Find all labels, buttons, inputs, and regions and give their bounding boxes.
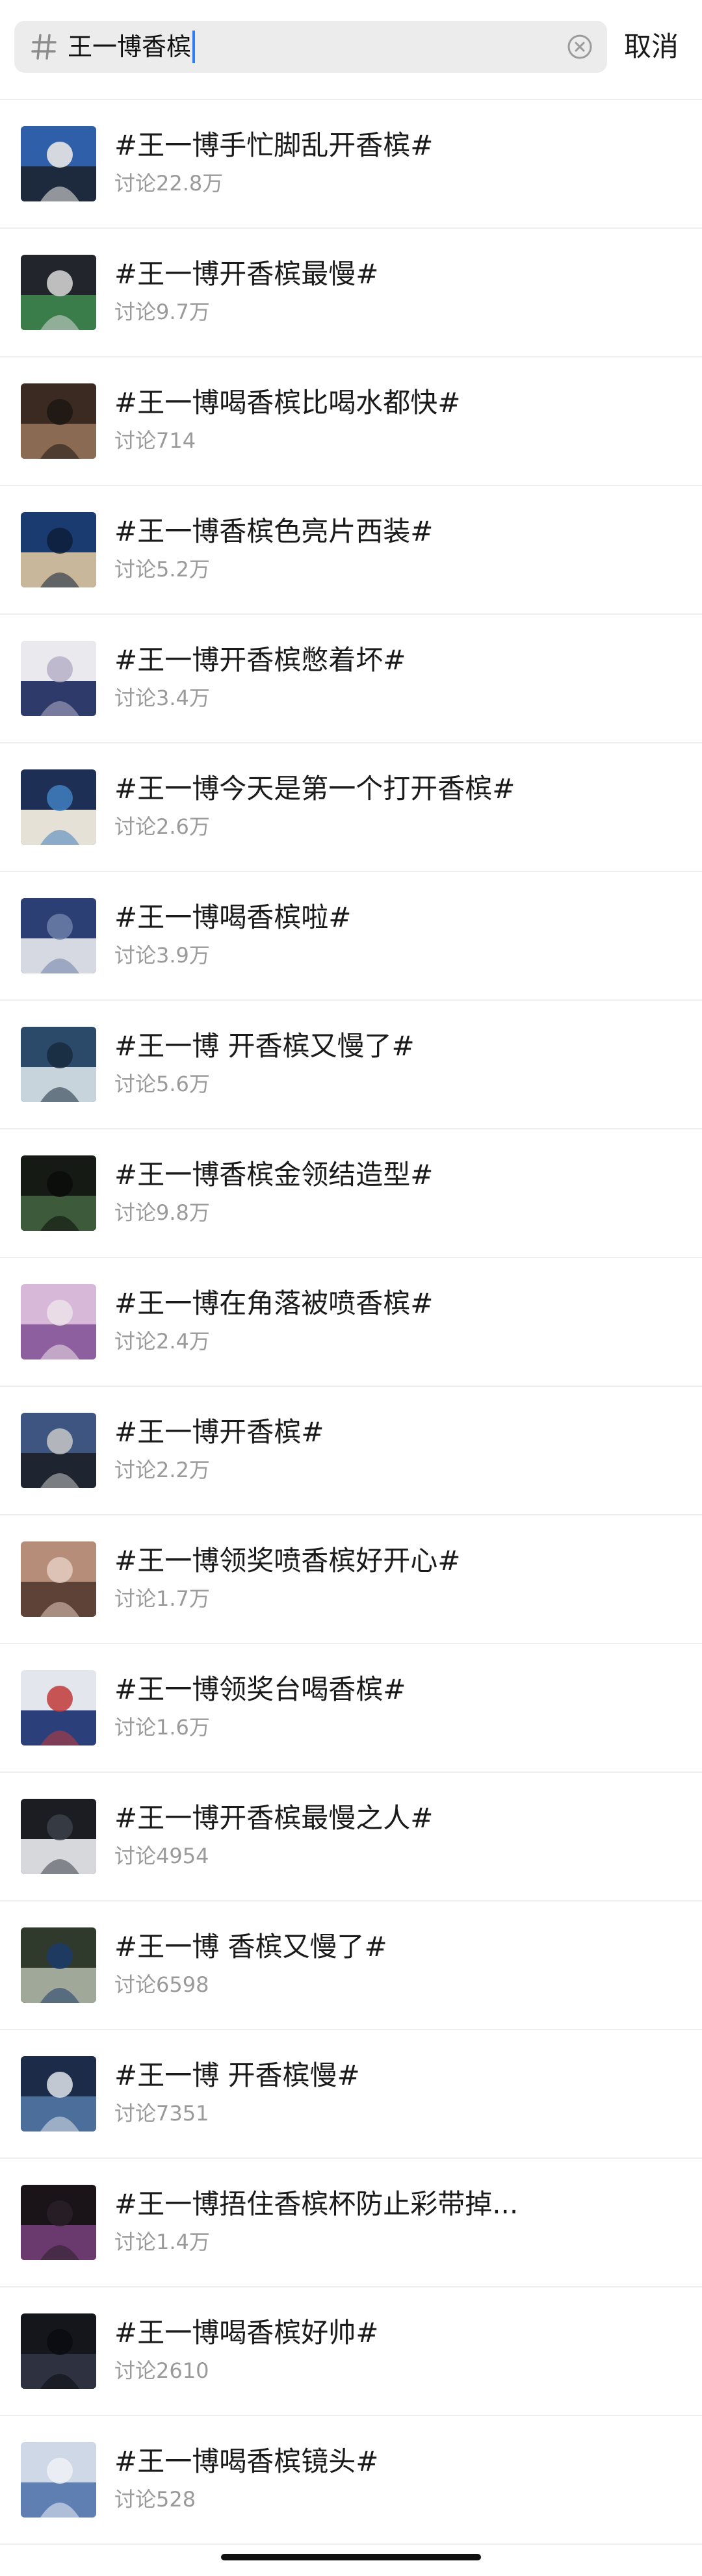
topic-thumbnail xyxy=(21,1027,96,1102)
topic-title: #王一博领奖喷香槟好开心# xyxy=(114,1545,461,1577)
topic-discussion-count: 讨论2.4万 xyxy=(114,1329,210,1354)
topic-title: #王一博开香槟最慢之人# xyxy=(114,1802,434,1834)
topic-discussion-count: 讨论6598 xyxy=(114,1972,209,1997)
topic-thumbnail xyxy=(21,1799,96,1874)
topic-title: #王一博喝香槟镜头# xyxy=(114,2445,379,2477)
topic-discussion-count: 讨论2610 xyxy=(114,2358,209,2383)
topic-discussion-count: 讨论3.4万 xyxy=(114,686,210,710)
topic-discussion-count: 讨论7351 xyxy=(114,2101,209,2126)
topic-thumbnail xyxy=(21,1413,96,1488)
topic-title: #王一博手忙脚乱开香槟# xyxy=(114,129,434,161)
topic-discussion-count: 讨论5.6万 xyxy=(114,1072,210,1096)
topic-thumbnail xyxy=(21,512,96,587)
topic-thumbnail xyxy=(21,641,96,716)
topic-title: #王一博 开香槟慢# xyxy=(114,2059,360,2091)
topic-thumbnail xyxy=(21,1155,96,1231)
topic-discussion-count: 讨论9.8万 xyxy=(114,1200,210,1225)
search-header: 王一博香槟 取消 xyxy=(0,0,702,100)
topic-discussion-count: 讨论22.8万 xyxy=(114,171,224,196)
topic-discussion-count: 讨论528 xyxy=(114,2487,196,2512)
topic-thumbnail xyxy=(21,383,96,459)
topic-title: #王一博开香槟憋着坏# xyxy=(114,644,406,676)
topic-discussion-count: 讨论2.6万 xyxy=(114,814,210,839)
clear-icon[interactable] xyxy=(567,34,593,60)
search-input[interactable]: 王一博香槟 xyxy=(68,21,196,73)
topic-result-item[interactable]: #王一博香槟色亮片西装# 讨论5.2万 xyxy=(0,486,702,615)
topic-title: #王一博 开香槟又慢了# xyxy=(114,1030,415,1062)
topic-discussion-count: 讨论9.7万 xyxy=(114,300,210,324)
topic-thumbnail xyxy=(21,1670,96,1745)
topic-result-item[interactable]: #王一博喝香槟比喝水都快# 讨论714 xyxy=(0,357,702,486)
topic-thumbnail xyxy=(21,126,96,201)
topic-result-item[interactable]: #王一博开香槟憋着坏# 讨论3.4万 xyxy=(0,615,702,743)
topic-title: #王一博喝香槟啦# xyxy=(114,901,352,933)
topic-discussion-count: 讨论1.6万 xyxy=(114,1715,210,1740)
topic-title: #王一博捂住香槟杯防止彩带掉... xyxy=(114,2188,519,2220)
topic-discussion-count: 讨论4954 xyxy=(114,1844,209,1868)
topic-thumbnail xyxy=(21,1284,96,1359)
topic-result-item[interactable]: #王一博 开香槟又慢了# 讨论5.6万 xyxy=(0,1001,702,1129)
topic-result-item[interactable]: #王一博今天是第一个打开香槟# 讨论2.6万 xyxy=(0,743,702,872)
home-indicator xyxy=(221,2554,481,2560)
topic-result-item[interactable]: #王一博开香槟# 讨论2.2万 xyxy=(0,1387,702,1515)
topic-thumbnail xyxy=(21,898,96,973)
results-list: #王一博手忙脚乱开香槟# 讨论22.8万 #王一博开香槟最慢# 讨论9.7万 #王一博喝… xyxy=(0,100,702,2545)
topic-result-item[interactable]: #王一博香槟金领结造型# 讨论9.8万 xyxy=(0,1129,702,1258)
search-box[interactable]: 王一博香槟 xyxy=(14,21,607,73)
hash-icon xyxy=(29,31,60,62)
topic-title: #王一博在角落被喷香槟# xyxy=(114,1287,434,1319)
text-caret xyxy=(192,30,196,63)
topic-result-item[interactable]: #王一博捂住香槟杯防止彩带掉... 讨论1.4万 xyxy=(0,2159,702,2287)
topic-discussion-count: 讨论714 xyxy=(114,428,196,453)
topic-title: #王一博开香槟# xyxy=(114,1416,324,1448)
topic-thumbnail xyxy=(21,1927,96,2003)
topic-result-item[interactable]: #王一博喝香槟好帅# 讨论2610 xyxy=(0,2287,702,2416)
topic-thumbnail xyxy=(21,1541,96,1617)
topic-discussion-count: 讨论1.4万 xyxy=(114,2230,210,2254)
topic-result-item[interactable]: #王一博喝香槟啦# 讨论3.9万 xyxy=(0,872,702,1001)
topic-result-item[interactable]: #王一博手忙脚乱开香槟# 讨论22.8万 xyxy=(0,100,702,229)
topic-title: #王一博开香槟最慢# xyxy=(114,258,379,290)
topic-thumbnail xyxy=(21,255,96,330)
topic-result-item[interactable]: #王一博领奖喷香槟好开心# 讨论1.7万 xyxy=(0,1515,702,1644)
topic-title: #王一博喝香槟好帅# xyxy=(114,2317,379,2349)
topic-discussion-count: 讨论3.9万 xyxy=(114,943,210,968)
topic-title: #王一博喝香槟比喝水都快# xyxy=(114,387,461,419)
cancel-button[interactable]: 取消 xyxy=(624,21,679,73)
topic-discussion-count: 讨论5.2万 xyxy=(114,557,210,582)
topic-thumbnail xyxy=(21,2185,96,2260)
topic-result-item[interactable]: #王一博在角落被喷香槟# 讨论2.4万 xyxy=(0,1258,702,1387)
topic-title: #王一博今天是第一个打开香槟# xyxy=(114,773,515,805)
topic-title: #王一博 香槟又慢了# xyxy=(114,1931,387,1963)
topic-result-item[interactable]: #王一博开香槟最慢之人# 讨论4954 xyxy=(0,1773,702,1901)
topic-discussion-count: 讨论2.2万 xyxy=(114,1458,210,1482)
topic-result-item[interactable]: #王一博喝香槟镜头# 讨论528 xyxy=(0,2416,702,2545)
topic-thumbnail xyxy=(21,2056,96,2132)
topic-thumbnail xyxy=(21,2442,96,2518)
topic-result-item[interactable]: #王一博开香槟最慢# 讨论9.7万 xyxy=(0,229,702,357)
topic-title: #王一博领奖台喝香槟# xyxy=(114,1673,406,1705)
topic-thumbnail xyxy=(21,769,96,845)
topic-result-item[interactable]: #王一博 香槟又慢了# 讨论6598 xyxy=(0,1901,702,2030)
topic-result-item[interactable]: #王一博 开香槟慢# 讨论7351 xyxy=(0,2030,702,2159)
topic-title: #王一博香槟金领结造型# xyxy=(114,1159,434,1191)
topic-result-item[interactable]: #王一博领奖台喝香槟# 讨论1.6万 xyxy=(0,1644,702,1773)
topic-thumbnail xyxy=(21,2313,96,2389)
search-query: 王一博香槟 xyxy=(68,32,192,61)
topic-discussion-count: 讨论1.7万 xyxy=(114,1586,210,1611)
topic-title: #王一博香槟色亮片西装# xyxy=(114,515,434,547)
